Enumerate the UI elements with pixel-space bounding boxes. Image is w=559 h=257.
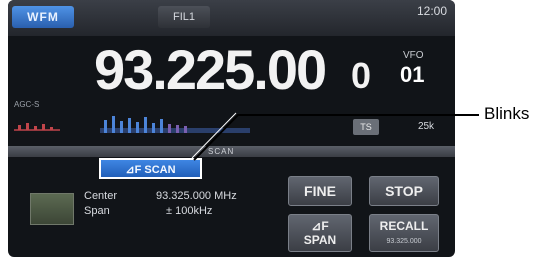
blinks-callout: Blinks	[484, 104, 530, 123]
callout-line	[191, 112, 479, 161]
